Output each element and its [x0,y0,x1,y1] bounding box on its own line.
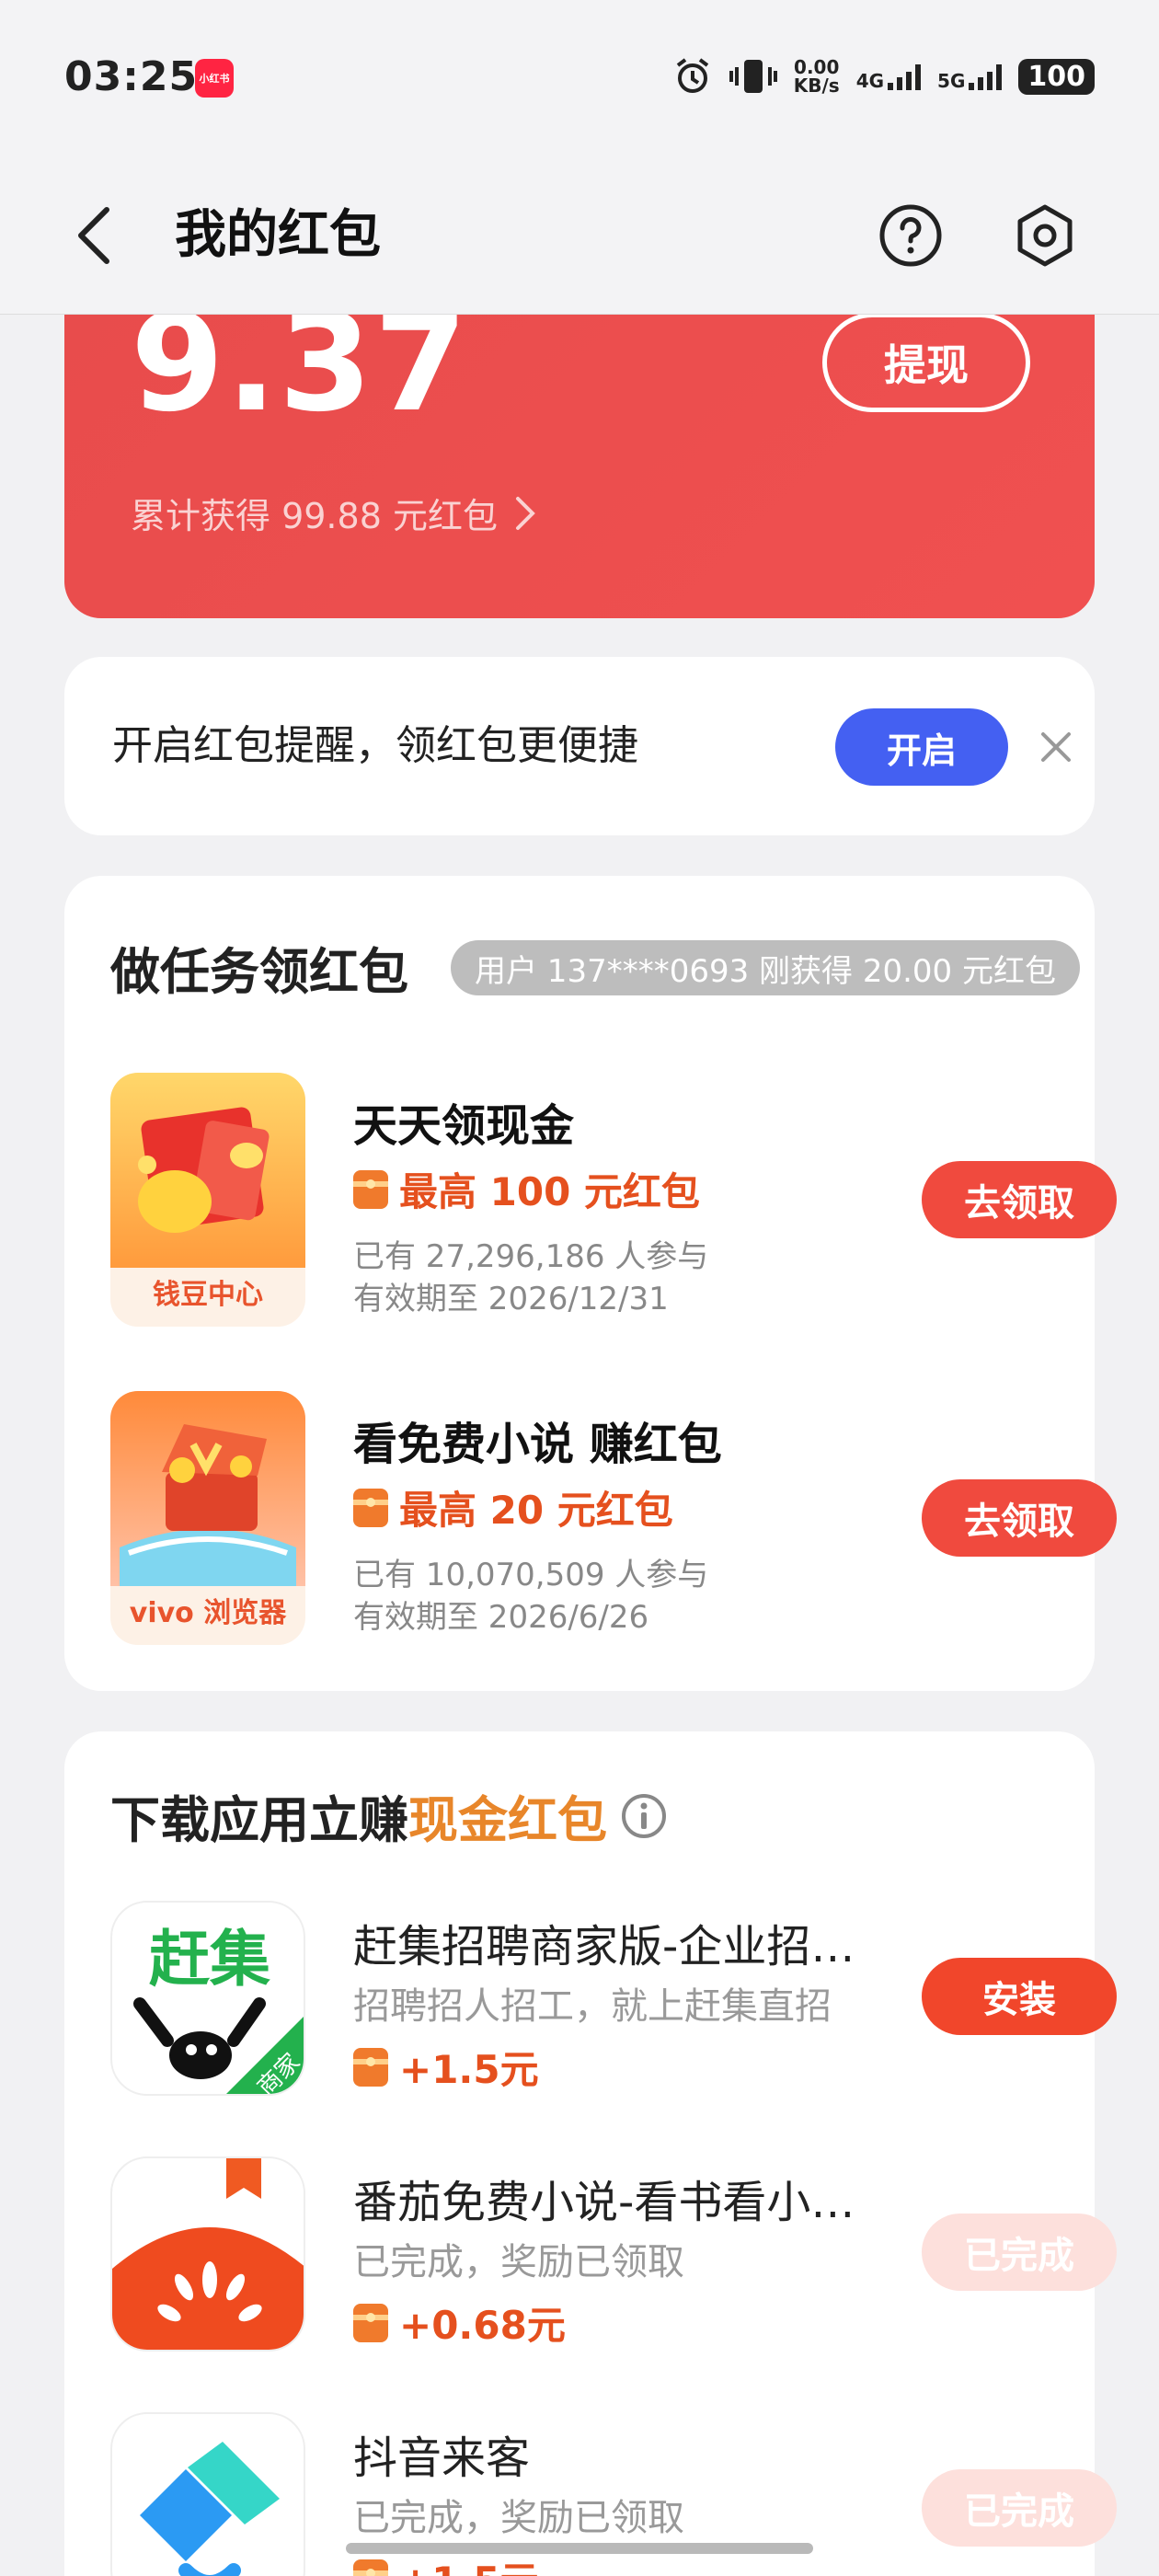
app-description: 招聘招人招工，就上赶集直招 [353,1985,832,2028]
accumulated-link[interactable]: 累计获得 99.88 元红包 [131,488,536,538]
task-participants: 已有 27,296,186 人参与 [353,1238,709,1275]
red-packet-icon [353,2047,388,2087]
close-icon [1041,732,1071,762]
status-bar: 03:25 小红书 0.00 KB/s 4G 5G 100 [0,0,1159,156]
task-reward: 最高 20 元红包 [353,1479,673,1535]
ganji-logo-icon: 赶集 商家 [133,1924,304,2094]
reminder-banner: 开启红包提醒，领红包更便捷 开启 [64,657,1095,835]
app-name: 赶集招聘商家版-企业招聘找工人 [353,1921,868,1972]
withdraw-button[interactable]: 提现 [822,313,1030,412]
app-reward: +1.5元 [353,2039,539,2095]
alarm-icon [676,58,708,93]
app-icon-ganji: 赶集 商家 [110,1901,305,2096]
red-packet-icon [353,2559,388,2576]
app-description: 已完成，奖励已领取 [353,2241,684,2283]
battery-indicator: 100 [1018,58,1095,95]
help-button[interactable] [865,190,957,282]
accumulated-text: 累计获得 99.88 元红包 [131,496,498,536]
red-envelope-gold-icon [110,1073,305,1268]
reward-ticker: 用户 137****0693 刚获得 20.00 元红包 [451,940,1080,995]
red-packet-icon [353,1169,388,1209]
app-reward: +1.5元 [353,2550,539,2576]
question-circle-icon [879,204,942,267]
app-item[interactable]: 赶集 商家 赶集招聘商家版-企业招聘找工人 招聘招人招工，就上赶集直招 +1.5… [110,1901,1117,2103]
page-title: 我的红包 [175,205,381,265]
settings-button[interactable] [999,190,1091,282]
douyin-laike-logo-icon [140,2442,280,2576]
tomato-novel-logo-icon [112,2158,304,2350]
task-name: 看免费小说 赚红包 [353,1419,722,1470]
status-time: 03:25 [64,53,199,100]
app-name: 番茄免费小说-看书看小说大全 [353,2177,868,2228]
app-item[interactable]: 番茄免费小说-看书看小说大全 已完成，奖励已领取 +0.68元 已完成 [110,2156,1117,2359]
status-icons: 0.00 KB/s 4G 5G 100 [672,53,1095,99]
xiaohongshu-notification-icon: 小红书 [195,59,234,98]
completed-button[interactable]: 已完成 [922,2469,1117,2547]
settings-hexagon-icon [1017,204,1073,267]
task-name: 天天领现金 [353,1100,575,1152]
task-valid-until: 有效期至 2026/12/31 [353,1281,669,1317]
app-icon-douyin-laike [110,2412,305,2576]
install-button[interactable]: 安装 [922,1958,1117,2035]
task-thumbnail: vivo 浏览器 [110,1391,305,1645]
reminder-text: 开启红包提醒，领红包更便捷 [112,722,638,769]
vibrate-icon [729,60,777,93]
chevron-right-icon [515,496,535,530]
app-icon-fanqie [110,2156,305,2352]
app-icon-text: 赶集 [149,1924,270,1995]
task-caption: vivo 浏览器 [129,1597,287,1629]
app-name: 抖音来客 [353,2432,531,2484]
info-icon[interactable] [620,1792,668,1840]
balance-card: 9.37 提现 累计获得 99.88 元红包 [64,276,1095,618]
dismiss-reminder-button[interactable] [1023,714,1089,780]
claim-button[interactable]: 去领取 [922,1161,1117,1238]
enable-reminder-button[interactable]: 开启 [835,708,1008,786]
app-description: 已完成，奖励已领取 [353,2497,684,2539]
chevron-left-icon [78,207,109,264]
app-reward: +0.68元 [353,2294,566,2351]
red-packet-icon [353,2303,388,2342]
tasks-section: 做任务领红包 用户 137****0693 刚获得 20.00 元红包 钱豆中心… [64,876,1117,1691]
section-title: 下载应用立赚 现金红包 [110,1779,668,1852]
signal-4g: 4G [856,63,922,90]
task-participants: 已有 10,070,509 人参与 [353,1557,709,1593]
download-apps-section: 下载应用立赚 现金红包 赶集 商家 赶集招聘商家版-企业招聘找工人 招聘招人招工… [64,1731,1117,2576]
top-app-bar: 我的红包 [0,156,1159,315]
task-item[interactable]: vivo 浏览器 看免费小说 赚红包 最高 20 元红包 已有 10,070,5… [110,1391,1117,1649]
task-caption: 钱豆中心 [153,1279,263,1311]
home-indicator[interactable] [346,2543,813,2554]
signal-bars-icon [969,63,1003,90]
section-title: 做任务领红包 [110,943,408,1001]
back-button[interactable] [66,190,121,282]
signal-5g: 5G [937,63,1003,90]
task-thumbnail: 钱豆中心 [110,1073,305,1327]
red-packet-icon [353,1488,388,1527]
network-speed: 0.00 KB/s [793,56,840,97]
completed-button[interactable]: 已完成 [922,2214,1117,2291]
task-item[interactable]: 钱豆中心 天天领现金 最高 100 元红包 已有 27,296,186 人参与 … [110,1073,1117,1330]
task-reward: 最高 100 元红包 [353,1161,700,1217]
task-valid-until: 有效期至 2026/6/26 [353,1599,649,1636]
claim-button[interactable]: 去领取 [922,1479,1117,1557]
signal-bars-icon [888,63,922,90]
treasure-chest-book-icon [110,1391,305,1586]
